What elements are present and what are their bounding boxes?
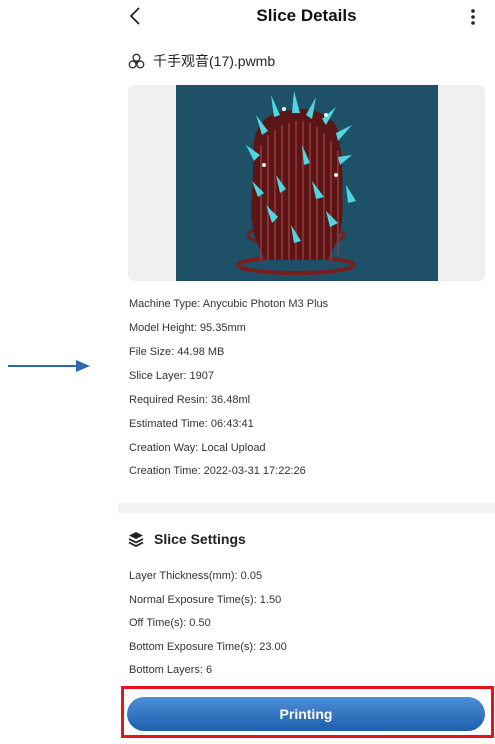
model-preview-panel	[128, 85, 485, 281]
detail-model-height: Model Height: 95.35mm	[129, 322, 246, 334]
model-preview-image	[176, 85, 438, 281]
setting-bottom-exposure: Bottom Exposure Time(s): 23.00	[129, 641, 287, 653]
annotation-arrow-icon	[8, 360, 90, 372]
phone-screen: Slice Details 千手观音(17).pwmb Machine Type…	[118, 0, 495, 744]
detail-machine-type: Machine Type: Anycubic Photon M3 Plus	[129, 298, 329, 310]
detail-creation-time: Creation Time: 2022-03-31 17:22:26	[129, 465, 306, 477]
detail-file-size: File Size: 44.98 MB	[129, 346, 225, 358]
top-bar: Slice Details	[118, 0, 495, 36]
detail-slice-layer: Slice Layer: 1907	[129, 370, 214, 382]
file-name: 千手观音(17).pwmb	[153, 53, 276, 69]
setting-layer-thickness: Layer Thickness(mm): 0.05	[129, 570, 263, 582]
detail-required-resin: Required Resin: 36.48ml	[129, 394, 251, 406]
layers-icon	[128, 532, 144, 547]
setting-off-time: Off Time(s): 0.50	[129, 617, 211, 629]
file-row: 千手观音(17).pwmb	[128, 50, 275, 72]
slice-settings-title: Slice Settings	[154, 531, 246, 547]
slice-settings-header: Slice Settings	[128, 528, 246, 550]
printing-button[interactable]: Printing	[127, 697, 485, 731]
biohazard-icon	[128, 53, 145, 69]
setting-bottom-layers: Bottom Layers: 6	[129, 664, 213, 676]
section-divider	[118, 503, 495, 513]
detail-estimated-time: Estimated Time: 06:43:41	[129, 418, 254, 430]
detail-creation-way: Creation Way: Local Upload	[129, 442, 266, 454]
model-render	[236, 91, 356, 275]
setting-normal-exposure: Normal Exposure Time(s): 1.50	[129, 594, 282, 606]
page-title: Slice Details	[256, 6, 357, 25]
more-vertical-icon[interactable]	[467, 6, 479, 28]
